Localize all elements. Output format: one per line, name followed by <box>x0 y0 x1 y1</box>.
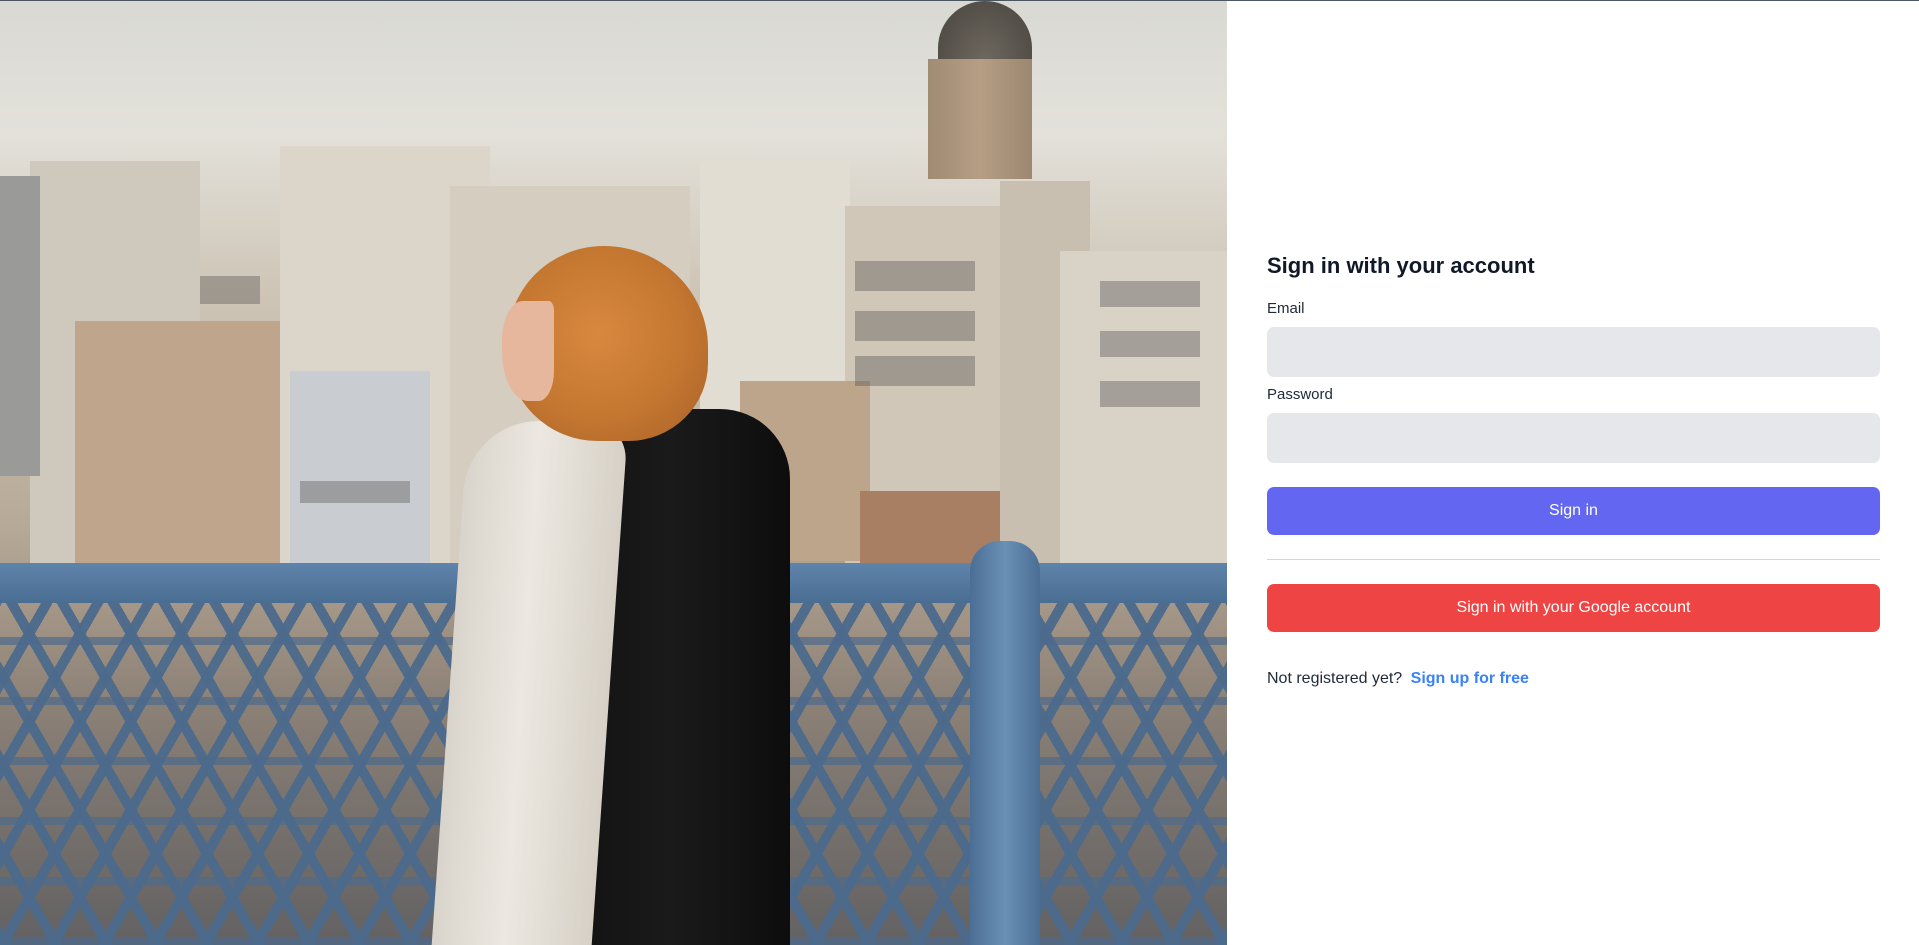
register-prompt-text: Not registered yet? <box>1267 670 1403 687</box>
login-panel: Sign in with your account Email Password… <box>1227 1 1919 945</box>
password-field[interactable] <box>1267 413 1880 463</box>
email-label: Email <box>1267 300 1305 317</box>
window <box>855 261 975 291</box>
woman-face <box>502 301 554 401</box>
sign-up-link[interactable]: Sign up for free <box>1411 670 1529 687</box>
window <box>855 356 975 386</box>
building <box>75 321 285 581</box>
login-form: Sign in with your account Email Password… <box>1267 251 1880 690</box>
password-label: Password <box>1267 386 1333 403</box>
login-title: Sign in with your account <box>1267 253 1535 278</box>
window <box>855 311 975 341</box>
window <box>200 276 260 304</box>
sign-in-button[interactable]: Sign in <box>1267 487 1880 535</box>
hero-photo <box>0 1 1227 945</box>
window <box>1100 281 1200 307</box>
building <box>0 176 40 476</box>
window <box>300 481 410 503</box>
railing-post <box>970 541 1040 945</box>
divider <box>1267 559 1880 560</box>
building <box>290 371 430 571</box>
tower-dome <box>938 1 1032 63</box>
login-page: Sign in with your account Email Password… <box>0 0 1919 945</box>
google-sign-in-button[interactable]: Sign in with your Google account <box>1267 584 1880 632</box>
window <box>1100 381 1200 407</box>
email-field[interactable] <box>1267 327 1880 377</box>
register-prompt: Not registered yet? Sign up for free <box>1267 668 1880 690</box>
window <box>1100 331 1200 357</box>
tower <box>928 59 1032 179</box>
